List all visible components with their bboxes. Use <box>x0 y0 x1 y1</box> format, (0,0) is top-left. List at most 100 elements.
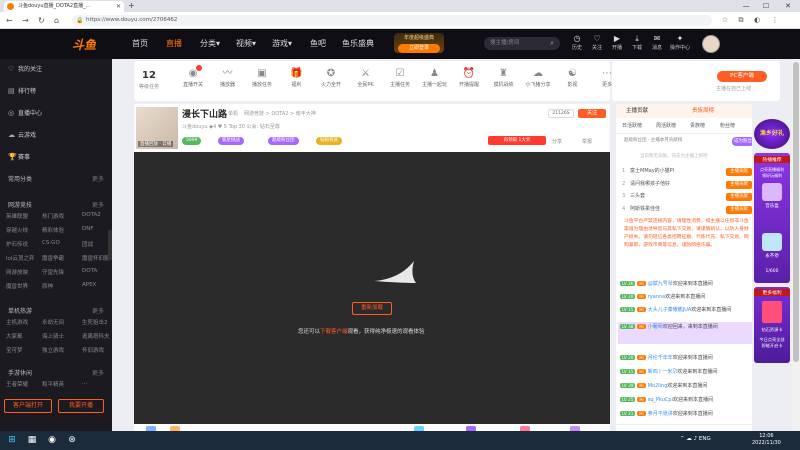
forever-item[interactable] <box>762 233 782 251</box>
more-promo-panel[interactable]: 更多福利 钻石资源卡 今日点亮全部 即能开启卡 <box>754 287 790 363</box>
search-input[interactable]: 搜主播/房间 ⌕ <box>484 37 560 50</box>
toolbar-tool-0[interactable]: ◉ 直播开关 <box>178 65 208 88</box>
subtab-fans[interactable]: 粉丝榜 <box>720 118 735 134</box>
sidebar-category-link[interactable]: 宝可梦 <box>6 346 23 354</box>
video-player[interactable] <box>134 152 610 424</box>
sidebar-category-link[interactable]: 精彩体验 <box>42 226 64 234</box>
toolbar-tool-2[interactable]: ▣ 播放任务 <box>247 67 277 88</box>
browser-menu-icon[interactable]: ⋮ <box>770 15 780 25</box>
sidebar-category-link[interactable]: DNF <box>82 226 94 232</box>
file-explorer-icon[interactable]: ▦ <box>26 434 38 446</box>
browser-tab[interactable]: 斗鱼douyu直播_DOTA2直播_... ✕ <box>4 1 124 12</box>
chrome-icon[interactable]: ◉ <box>46 434 58 446</box>
challenge-pill[interactable]: 狐星挑战 <box>218 137 244 145</box>
sidebar-category-link[interactable]: 怀旧游戏 <box>82 346 104 354</box>
douyu-logo[interactable]: 斗鱼 <box>72 36 96 53</box>
sidebar-item-follow[interactable]: ♡ 我的关注 <box>8 64 42 73</box>
sidebar-category-link[interactable]: 王者荣耀 <box>6 380 28 388</box>
system-tray[interactable]: ⌃ ☁ ♪ ENG <box>680 436 711 442</box>
sidebar-item-events[interactable]: 🏆赛事 <box>8 152 30 161</box>
reload-player-button[interactable]: 重新加载 <box>352 302 392 315</box>
toolbar-tool-7[interactable]: ♟ 主播一起玩 <box>420 67 450 88</box>
sidebar-category-link[interactable]: 魔兽争霸 <box>42 254 64 262</box>
toolbar-tool-10[interactable]: ☁ 小飞猪分享 <box>523 67 553 88</box>
chat-username[interactable]: 参月不道讲 <box>648 411 673 417</box>
follow-button[interactable]: ♡ 关注 <box>588 34 606 51</box>
chat-username[interactable]: ryanna <box>648 294 665 300</box>
subtab-daily[interactable]: 日活跃榜 <box>622 118 642 134</box>
search-icon[interactable]: ⌕ <box>550 37 554 50</box>
sidebar-common-section[interactable]: 常用分类 更多 <box>8 174 108 183</box>
chat-username[interactable]: 月伦千年年 <box>648 355 673 361</box>
extensions-icon[interactable]: ⧉ <box>736 15 746 25</box>
message-button[interactable]: ✉ 消息 <box>648 34 666 51</box>
rank-row[interactable]: 2 请问我哪孩子他好 <box>622 180 670 187</box>
chat-username[interactable]: sq_PkuCpi <box>648 397 673 403</box>
join-fans-button[interactable]: 成为粉丝 <box>732 137 754 146</box>
sidebar-category-link[interactable]: 逃离塔科夫 <box>82 332 110 340</box>
rank-badge[interactable]: 主播贡献 <box>726 168 752 176</box>
sidebar-category-link[interactable]: DOTA <box>82 268 97 274</box>
hot-reward-badge[interactable]: 再领取 1大奖 <box>488 136 546 145</box>
level-label[interactable]: 等级任务 <box>139 83 159 90</box>
rank-row[interactable]: 4 阿斯铁柔佳佳 <box>622 205 660 212</box>
chat-message[interactable]: LV 15 Hi 大头儿子秦耀鹏JUA欢迎来到本直播间 <box>620 306 752 313</box>
tab-contribution[interactable]: 主播贡献 <box>626 104 648 118</box>
start-broadcast-button[interactable]: ▶ 开播 <box>608 34 626 51</box>
sidebar-category-link[interactable]: 海上骑士 <box>42 332 64 340</box>
section-more-link[interactable]: 更多 <box>92 174 104 183</box>
nav-home[interactable]: 首页 <box>132 38 148 49</box>
nav-games[interactable]: 游戏▾ <box>272 38 292 49</box>
toolbar-tool-9[interactable]: ♜ 摸机战绩 <box>489 67 519 88</box>
sidebar-category-link[interactable]: DOTA2 <box>82 212 101 218</box>
chat-message[interactable]: LV 39 Hi Mo2ling欢迎来到本直播间 <box>620 382 752 389</box>
minimize-button[interactable]: — <box>736 0 756 12</box>
profile-icon[interactable]: ◐ <box>752 15 762 25</box>
sidebar-category-link[interactable]: 魔兽怀旧服 <box>82 254 110 262</box>
rank-badge[interactable]: 主播贡献 <box>726 205 752 214</box>
scrollbar-thumb[interactable] <box>793 62 799 362</box>
chat-username[interactable]: @斌九号琴 <box>648 281 673 287</box>
url-field[interactable]: 🔒 https://www.douyu.com/2706462 <box>72 15 712 26</box>
sidebar-category-link[interactable]: 魔兽世界 <box>6 282 28 290</box>
toolbar-tool-5[interactable]: ⚔ 全民PK <box>351 67 381 88</box>
sidebar-item-live-center[interactable]: ◎ 直播中心 <box>8 108 42 117</box>
sidebar-category-link[interactable]: 主机游戏 <box>6 318 28 326</box>
home-icon[interactable]: ⌂ <box>54 14 59 27</box>
sidebar-category-link[interactable]: CS:GO <box>42 240 60 246</box>
subtab-noble[interactable]: 贵族榜 <box>690 118 705 134</box>
nav-video[interactable]: 视频▾ <box>236 38 256 49</box>
nav-category[interactable]: 分类▾ <box>200 38 220 49</box>
sidebar-category-link[interactable]: 守望先锋 <box>42 268 64 276</box>
pc-client-button[interactable]: PC客户端 <box>717 71 767 82</box>
chat-username[interactable]: Mo2ling <box>648 383 668 389</box>
toolbar-tool-8[interactable]: ⏰ 开播提醒 <box>454 67 484 88</box>
rank-badge[interactable]: 主播贡献 <box>726 180 752 189</box>
windows-start-icon[interactable]: ⊞ <box>6 434 18 446</box>
follow-room-button[interactable]: 关注 <box>578 109 606 118</box>
toolbar-tool-4[interactable]: ✪ 火力全开 <box>316 67 346 88</box>
history-button[interactable]: ◷ 历史 <box>568 34 586 51</box>
room-category[interactable]: 网游竞技 > DOTA2 > 南丰大神 <box>244 110 316 117</box>
chat-username[interactable]: 新四 l 一米尕 <box>648 369 678 375</box>
chat-message[interactable]: LV 15 Hi 新四 l 一米尕欢迎来到本直播间 <box>620 368 752 375</box>
sidebar-category-link[interactable]: 团战 <box>82 240 93 248</box>
chat-username[interactable]: 大头儿子秦耀鹏JUA <box>648 307 692 313</box>
open-client-button[interactable]: 客户端打开 <box>4 399 52 413</box>
share-link[interactable]: 分享 <box>552 138 562 145</box>
fan-level-pill[interactable]: 5999 <box>182 137 202 145</box>
sidebar-category-link[interactable]: lol云顶之弈 <box>6 254 34 262</box>
promo-login-button[interactable]: 立即登录 <box>398 44 440 53</box>
section-more-link[interactable]: 更多 <box>92 306 104 315</box>
super-fans-pill[interactable]: 超级粉丝团 <box>268 137 299 145</box>
center-button[interactable]: ✦ 操作中心 <box>668 34 692 51</box>
avatar[interactable] <box>702 35 720 53</box>
sidebar-category-link[interactable]: 原神 <box>42 282 53 290</box>
star-icon[interactable]: ☆ <box>720 15 730 25</box>
sidebar-category-link[interactable]: 和平精英 <box>42 380 64 388</box>
music-box-item[interactable] <box>762 183 782 201</box>
report-link[interactable]: 举报 <box>582 138 592 145</box>
chat-message[interactable]: LV 25 Hi sq_PkuCpi欢迎来到本直播间 <box>620 396 752 403</box>
download-client-link[interactable]: 下载客户端 <box>320 329 348 335</box>
sidebar-item-rank[interactable]: ▤ 排行榜 <box>8 86 36 95</box>
